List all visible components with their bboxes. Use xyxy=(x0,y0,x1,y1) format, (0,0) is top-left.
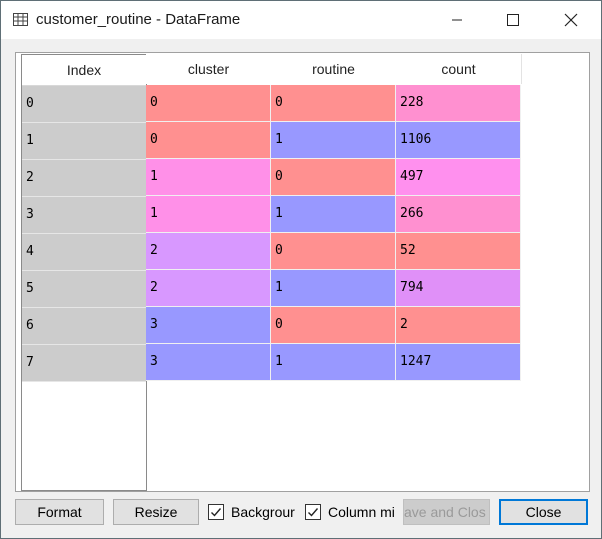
table-cell-routine[interactable]: 1 xyxy=(271,344,396,381)
column-label: Column mi xyxy=(328,504,395,520)
format-button[interactable]: Format xyxy=(15,499,104,525)
index-cell[interactable]: 3 xyxy=(22,197,146,234)
table-cell-routine[interactable]: 0 xyxy=(271,159,396,196)
dataframe-window: customer_routine - DataFrame Index 01234… xyxy=(0,0,602,539)
table-cell-count[interactable]: 52 xyxy=(396,233,521,270)
close-window-button[interactable] xyxy=(548,1,594,39)
table-cell-cluster[interactable]: 3 xyxy=(146,344,271,381)
close-button[interactable]: Close xyxy=(499,499,588,525)
index-cell[interactable]: 4 xyxy=(22,234,146,271)
title-bar[interactable]: customer_routine - DataFrame xyxy=(1,1,601,39)
checkbox-box[interactable] xyxy=(208,504,224,520)
index-cell[interactable]: 2 xyxy=(22,160,146,197)
table-cell-routine[interactable]: 0 xyxy=(271,85,396,122)
table-cell-cluster[interactable]: 3 xyxy=(146,307,271,344)
window-title: customer_routine - DataFrame xyxy=(36,11,241,28)
table-cell-cluster[interactable]: 0 xyxy=(146,122,271,159)
close-icon xyxy=(564,13,578,27)
background-label: Backgrour xyxy=(231,504,295,520)
index-header[interactable]: Index xyxy=(22,55,146,86)
index-cell[interactable]: 6 xyxy=(22,308,146,345)
checkmark-icon xyxy=(308,508,319,517)
column-header-routine[interactable]: routine xyxy=(271,54,397,84)
minimize-icon xyxy=(452,19,462,21)
index-column: Index 01234567 xyxy=(21,54,147,491)
table-cell-cluster[interactable]: 0 xyxy=(146,85,271,122)
table-cell-count[interactable]: 1106 xyxy=(396,122,521,159)
table-cell-count[interactable]: 2 xyxy=(396,307,521,344)
background-checkbox[interactable]: Backgrour xyxy=(208,502,298,522)
table-cell-routine[interactable]: 1 xyxy=(271,122,396,159)
table-cell-count[interactable]: 228 xyxy=(396,85,521,122)
table-icon xyxy=(13,13,28,26)
index-cell[interactable]: 1 xyxy=(22,123,146,160)
column-min-max-checkbox[interactable]: Column mi xyxy=(305,502,397,522)
table-cell-routine[interactable]: 1 xyxy=(271,196,396,233)
table-cell-count[interactable]: 266 xyxy=(396,196,521,233)
index-cell[interactable]: 5 xyxy=(22,271,146,308)
table-cell-count[interactable]: 794 xyxy=(396,270,521,307)
checkmark-icon xyxy=(211,508,222,517)
column-header-cluster[interactable]: cluster xyxy=(146,54,272,84)
maximize-button[interactable] xyxy=(490,1,536,39)
resize-button[interactable]: Resize xyxy=(113,499,199,525)
index-cell[interactable]: 7 xyxy=(22,345,146,382)
table-cell-routine[interactable]: 1 xyxy=(271,270,396,307)
table-cell-routine[interactable]: 0 xyxy=(271,307,396,344)
save-and-close-button[interactable]: ave and Clos xyxy=(403,499,490,525)
table-cell-cluster[interactable]: 2 xyxy=(146,270,271,307)
minimize-button[interactable] xyxy=(434,1,480,39)
table-cell-count[interactable]: 497 xyxy=(396,159,521,196)
table-cell-routine[interactable]: 0 xyxy=(271,233,396,270)
column-header-count[interactable]: count xyxy=(396,54,522,84)
table-cell-cluster[interactable]: 1 xyxy=(146,196,271,233)
table-cell-cluster[interactable]: 2 xyxy=(146,233,271,270)
table-cell-cluster[interactable]: 1 xyxy=(146,159,271,196)
index-cell[interactable]: 0 xyxy=(22,86,146,123)
maximize-icon xyxy=(507,14,519,26)
table-cell-count[interactable]: 1247 xyxy=(396,344,521,381)
checkbox-box[interactable] xyxy=(305,504,321,520)
dataframe-table[interactable]: Index 01234567 cluster routine count 0 0 228… xyxy=(15,52,590,492)
